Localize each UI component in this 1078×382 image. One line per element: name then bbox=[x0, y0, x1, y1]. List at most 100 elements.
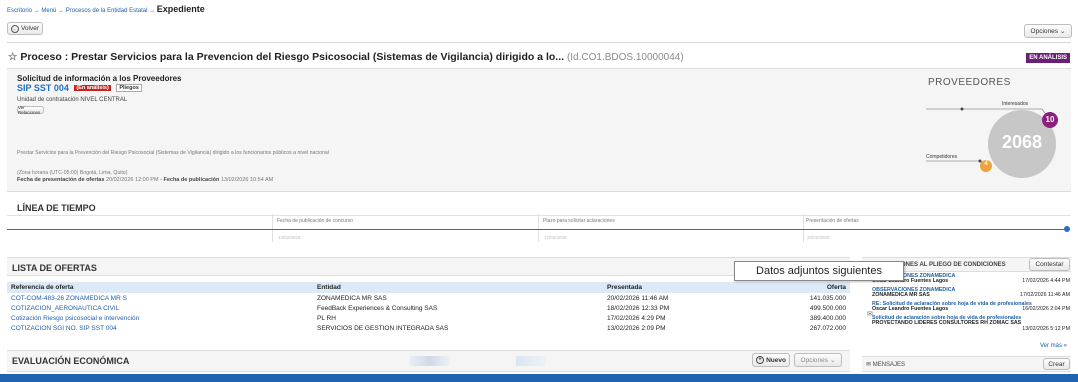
offer-amount: 267.072.000 bbox=[809, 324, 846, 332]
competitors-label: Competidores bbox=[926, 154, 958, 160]
process-id: (Id.CO1.BDOS.10000044) bbox=[566, 52, 684, 63]
interested-label: Interesados bbox=[1002, 101, 1029, 107]
request-code-line: SIP SST 004 (En análisis) Pliegos bbox=[17, 83, 142, 93]
col-entity[interactable]: Entidad bbox=[313, 282, 603, 293]
options-button[interactable]: Opciones ⌄ bbox=[1024, 24, 1072, 38]
back-button[interactable]: ← Volver bbox=[7, 22, 43, 35]
reply-button-label: Contestar bbox=[1035, 261, 1064, 268]
offer-entity: SERVICIOS DE GESTION INTEGRADA SAS bbox=[317, 324, 449, 332]
breadcrumb: Escritorio → Menú → Procesos de la Entid… bbox=[7, 4, 205, 14]
related-button-label: Ver Relaciones bbox=[18, 105, 41, 115]
request-heading: Solicitud de información a los Proveedor… bbox=[17, 74, 182, 83]
offer-amount: 389.400.000 bbox=[809, 314, 846, 322]
process-description: Prestar Servicios para la Prevención del… bbox=[17, 150, 329, 156]
star-icon[interactable]: ☆ bbox=[8, 51, 17, 63]
mail-icon: ✉ bbox=[866, 362, 872, 368]
timeline-col1-label: Fecha de publicación de concurso bbox=[277, 218, 353, 224]
plus-icon: + bbox=[756, 356, 765, 364]
timeline-title: LÍNEA DE TIEMPO bbox=[17, 203, 96, 213]
offer-date: 18/02/2026 12:33 PM bbox=[607, 304, 670, 312]
timeline-end-dot bbox=[1064, 226, 1070, 232]
offer-ref-link[interactable]: COTIZACION_AERONAUTICA CIVIL bbox=[7, 303, 313, 313]
timeline-col1-date: 13/02/2026 bbox=[278, 235, 301, 240]
status-badge: EN ANÁLISIS bbox=[1026, 53, 1070, 63]
offer-entity: ZONAMEDICA MR SAS bbox=[317, 294, 387, 302]
timeline-col3-label: Presentación de ofertas bbox=[806, 218, 859, 224]
col-amount[interactable]: Oferta bbox=[773, 282, 850, 293]
timeline-tick bbox=[272, 214, 273, 242]
offer-date: 20/02/2026 12:00 PM bbox=[105, 177, 159, 183]
observation-author: ZONAMEDICA MR SAS bbox=[872, 292, 930, 299]
offer-date: 17/02/2026 4:29 PM bbox=[607, 314, 666, 322]
timeline-col3-date: 20/02/2026 bbox=[807, 235, 830, 240]
timeline-tick bbox=[803, 214, 804, 242]
breadcrumb-separator: → bbox=[149, 8, 156, 14]
timeline-tick bbox=[538, 214, 539, 242]
timeline-col2-date: 17/02/2026 bbox=[544, 235, 567, 240]
offer-entity: FeedBack Experiences & Consulting SAS bbox=[317, 304, 438, 312]
chevron-down-icon: ⌄ bbox=[830, 357, 836, 364]
breadcrumb-escritorio[interactable]: Escritorio bbox=[7, 8, 32, 14]
offer-amount: 141.035.000 bbox=[809, 294, 846, 302]
breadcrumb-menu[interactable]: Menú bbox=[41, 8, 56, 14]
related-button[interactable]: Ver Relaciones bbox=[17, 105, 44, 115]
evaluation-title: EVALUACIÓN ECONÓMICA bbox=[12, 356, 130, 366]
create-message-button[interactable]: Crear bbox=[1043, 358, 1070, 370]
reply-button[interactable]: Contestar bbox=[1029, 258, 1070, 271]
messages-title: ✉ MENSAJES bbox=[866, 361, 905, 368]
unit-label: Unidad de contratación bbox=[17, 97, 79, 103]
breadcrumb-separator: → bbox=[33, 8, 40, 14]
offer-ref-link[interactable]: COTIZACION SGI NO. SIP SST 004 bbox=[7, 323, 313, 333]
attachment-thumbnail[interactable] bbox=[410, 356, 450, 366]
bottom-status-bar bbox=[0, 374, 1078, 382]
offer-date: 13/02/2026 2:09 PM bbox=[607, 324, 666, 332]
col-ref[interactable]: Referencia de oferta bbox=[7, 282, 313, 293]
messages-title-text: MENSAJES bbox=[872, 362, 906, 368]
attachment-thumbnail[interactable] bbox=[516, 356, 546, 366]
new-button[interactable]: + Nuevo bbox=[752, 353, 790, 367]
offer-ref-link[interactable]: COT-COM-483-26 ZONAMEDICA MR S bbox=[7, 293, 313, 303]
list-item[interactable]: Solicitud de aclaración sobre hoja de vi… bbox=[872, 315, 1070, 334]
observations-title: CIONES AL PLIEGO DE CONDICIONES bbox=[895, 262, 1006, 268]
observations-list: OBSERVACIONES ZONAMEDICA Oscar Leandro F… bbox=[872, 273, 1070, 334]
observation-author: Oscar Leandro Fuentes Lagos bbox=[872, 306, 949, 313]
pub-date: 13/02/2026 10:54 AM bbox=[220, 177, 274, 183]
process-title: ☆ Proceso : Prestar Servicios para la Pr… bbox=[8, 51, 684, 63]
breadcrumb-procesos[interactable]: Procesos de la Entidad Estatal bbox=[66, 8, 148, 14]
observation-date: 13/02/2026 5:12 PM bbox=[1022, 325, 1070, 332]
list-item[interactable]: OBSERVACIONES ZONAMEDICA ZONAMEDICA MR S… bbox=[872, 287, 1070, 302]
observation-date: 17/02/2026 4:44 PM bbox=[1022, 278, 1070, 285]
create-button-label: Crear bbox=[1048, 360, 1065, 368]
offers-table: Referencia de oferta Entidad Presentada … bbox=[7, 282, 850, 333]
unit-line: Unidad de contratación NIVEL CENTRAL bbox=[17, 97, 127, 103]
timeline-col2-label: Plazo para solicitar aclaraciones bbox=[543, 218, 615, 224]
offer-date: 20/02/2026 11:46 AM bbox=[607, 294, 669, 302]
table-row: Cotización Riesgo psicosocial e interven… bbox=[7, 313, 850, 323]
total-suppliers: 2068 bbox=[1001, 132, 1043, 152]
competitors-count: 4 bbox=[984, 161, 988, 167]
table-row: COTIZACION SGI NO. SIP SST 004 SERVICIOS… bbox=[7, 323, 850, 333]
request-code: SIP SST 004 bbox=[17, 83, 69, 93]
process-detail-panel bbox=[7, 68, 1071, 192]
timeline bbox=[7, 215, 1071, 245]
list-item[interactable]: RE: Solicitud de aclaración sobre hoja d… bbox=[872, 301, 1070, 316]
pliegos-tag[interactable]: Pliegos bbox=[116, 84, 142, 92]
process-title-text: Proceso : Prestar Servicios para la Prev… bbox=[20, 51, 565, 63]
chevron-down-icon: ⌄ bbox=[1060, 28, 1066, 35]
offer-entity: PL RH bbox=[317, 314, 336, 322]
offer-date-label: Fecha de presentación de ofertas bbox=[17, 177, 105, 183]
status-tag: (En análisis) bbox=[74, 85, 111, 91]
timeline-line bbox=[7, 229, 1067, 230]
see-more-link[interactable]: Ver más » bbox=[1040, 343, 1067, 349]
col-date[interactable]: Presentada bbox=[603, 282, 773, 293]
offers-header-bar bbox=[7, 257, 850, 276]
interested-count: 10 bbox=[1045, 115, 1055, 124]
table-row: COT-COM-483-26 ZONAMEDICA MR S ZONAMEDIC… bbox=[7, 293, 850, 303]
dates-line: Fecha de presentación de ofertas 20/02/2… bbox=[17, 177, 274, 183]
breadcrumb-separator: → bbox=[58, 8, 65, 14]
unit-value: NIVEL CENTRAL bbox=[80, 97, 128, 103]
divider bbox=[7, 42, 1071, 43]
interested-dot bbox=[960, 107, 964, 111]
evaluation-options-button[interactable]: Opciones ⌄ bbox=[794, 353, 842, 367]
offer-ref-link[interactable]: Cotización Riesgo psicosocial e interven… bbox=[7, 313, 313, 323]
